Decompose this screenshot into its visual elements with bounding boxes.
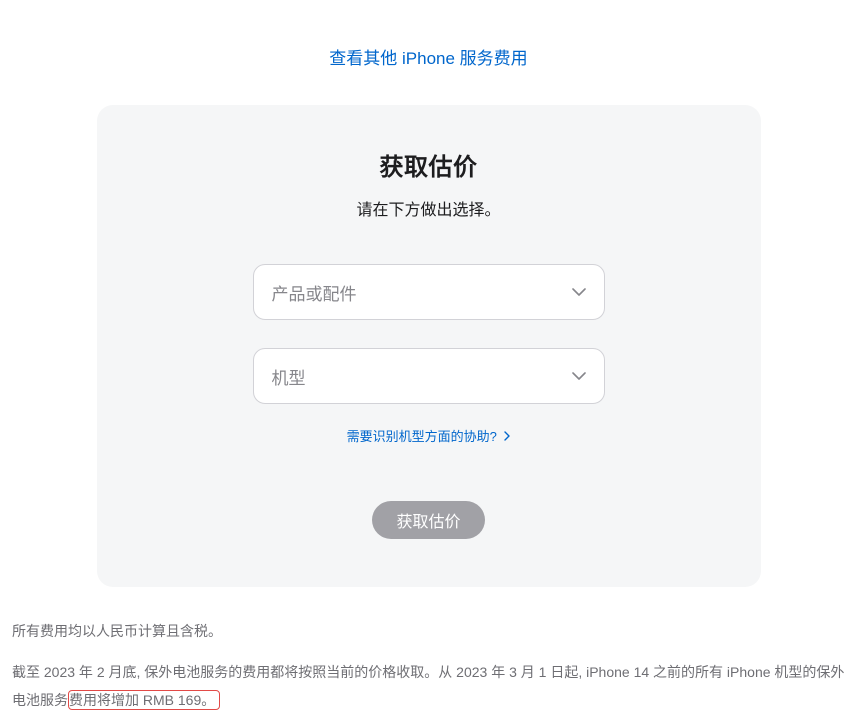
help-link-label: 需要识别机型方面的协助?: [347, 429, 497, 444]
view-other-fees-link[interactable]: 查看其他 iPhone 服务费用: [329, 49, 527, 68]
chevron-right-icon: [504, 429, 510, 444]
select-product-placeholder: 产品或配件: [272, 280, 357, 305]
view-other-fees-link-wrap: 查看其他 iPhone 服务费用: [10, 0, 847, 97]
card-title: 获取估价: [137, 147, 721, 182]
price-increase-highlight: 费用将增加 RMB 169。: [68, 690, 220, 710]
select-model[interactable]: 机型: [253, 348, 605, 404]
footer-notes: 所有费用均以人民币计算且含税。 截至 2023 年 2 月底, 保外电池服务的费…: [10, 617, 847, 715]
get-estimate-button[interactable]: 获取估价: [372, 501, 484, 539]
help-link-wrap: 需要识别机型方面的协助?: [137, 426, 721, 445]
note-taxes: 所有费用均以人民币计算且含税。: [12, 617, 845, 646]
identify-model-help-link[interactable]: 需要识别机型方面的协助?: [347, 429, 511, 444]
select-model-wrap: 机型: [253, 348, 605, 404]
select-model-placeholder: 机型: [272, 364, 306, 389]
select-product-wrap: 产品或配件: [253, 264, 605, 320]
estimate-card: 获取估价 请在下方做出选择。 产品或配件 机型 需要识别机型方面的协助?: [97, 105, 761, 587]
chevron-down-icon: [572, 288, 586, 296]
select-product[interactable]: 产品或配件: [253, 264, 605, 320]
card-subtitle: 请在下方做出选择。: [137, 196, 721, 220]
chevron-down-icon: [572, 372, 586, 380]
note-price-change: 截至 2023 年 2 月底, 保外电池服务的费用都将按照当前的价格收取。从 2…: [12, 658, 845, 715]
